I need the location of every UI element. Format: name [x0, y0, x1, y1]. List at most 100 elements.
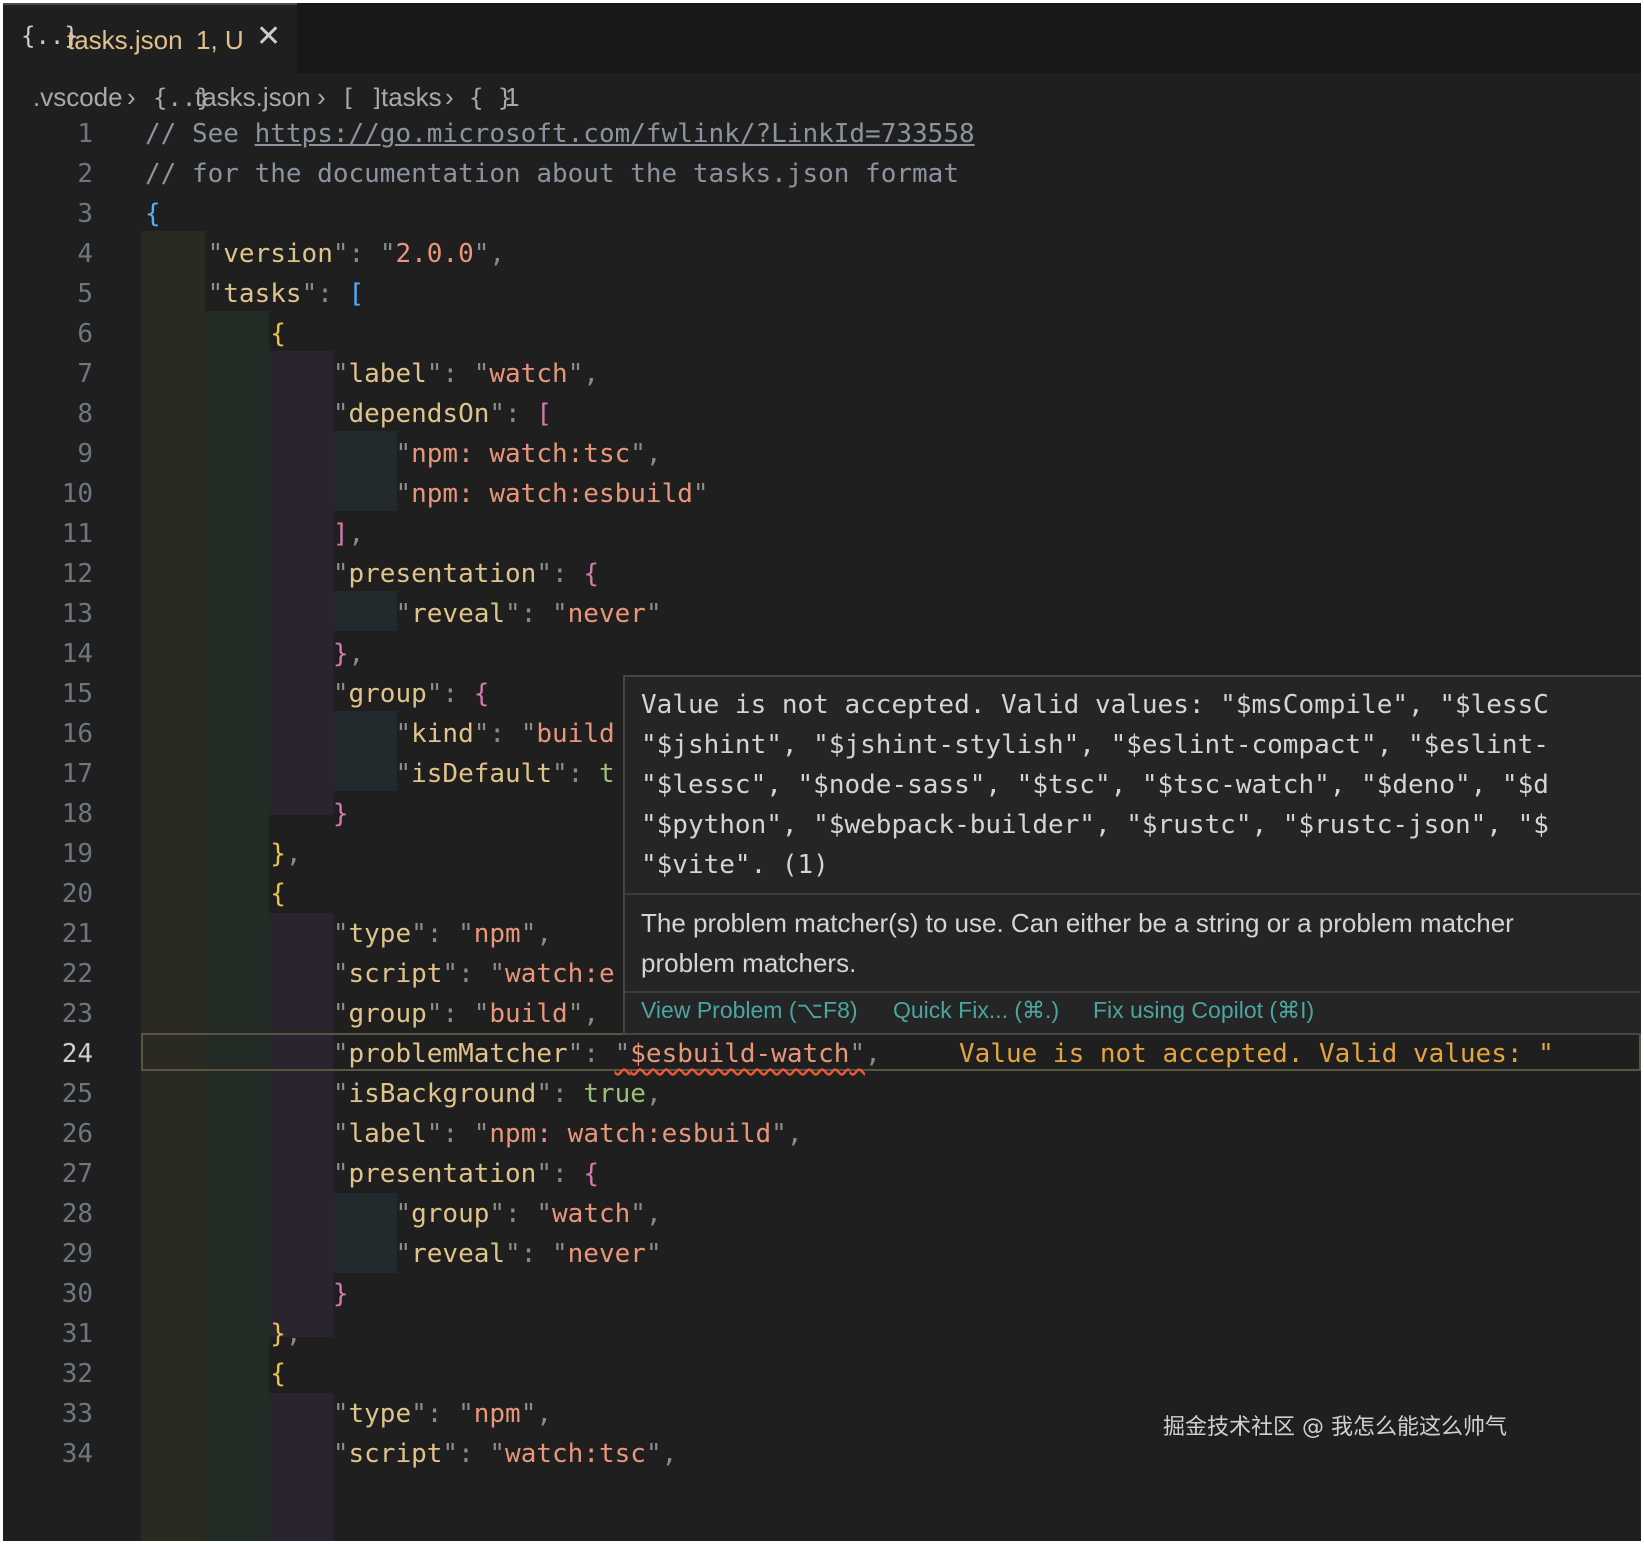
- editor-window: {..} tasks.json 1, U ✕ .vscode › {..} ta…: [3, 3, 1641, 1541]
- code-line-18[interactable]: }: [145, 793, 349, 835]
- line-number: 11: [61, 519, 93, 549]
- code-line-17[interactable]: "isDefault": t: [145, 753, 614, 795]
- hover-error-line: Value is not accepted. Valid values: "$m…: [641, 690, 1549, 720]
- tab-tasks-json[interactable]: {..} tasks.json 1, U ✕: [3, 3, 297, 73]
- code-line-19[interactable]: },: [145, 833, 301, 875]
- code-line-33[interactable]: "type": "npm",: [145, 1393, 552, 1435]
- code-editor[interactable]: 1 2 3 4 5 6 7 8 9 10 11 12 13 14 15 16 1…: [3, 119, 1641, 1541]
- line-number: 4: [77, 239, 93, 269]
- inline-error-message: Value is not accepted. Valid values: ": [959, 1039, 1554, 1069]
- breadcrumb-object[interactable]: 1: [505, 82, 519, 113]
- line-number: 19: [61, 839, 93, 869]
- line-number: 20: [61, 879, 93, 909]
- array-icon: [ ]: [341, 84, 385, 112]
- code-line-4[interactable]: "version": "2.0.0",: [145, 233, 505, 275]
- code-line-6[interactable]: {: [145, 313, 286, 355]
- line-number: 33: [61, 1399, 93, 1429]
- code-line-10[interactable]: "npm: watch:esbuild": [145, 473, 708, 515]
- line-number: 16: [61, 719, 93, 749]
- chevron-right-icon: ›: [127, 82, 136, 112]
- code-line-15[interactable]: "group": {: [145, 673, 490, 715]
- line-number: 5: [77, 279, 93, 309]
- line-number: 32: [61, 1359, 93, 1389]
- line-number: 28: [61, 1199, 93, 1229]
- code-line-12[interactable]: "presentation": {: [145, 553, 599, 595]
- tab-bar: {..} tasks.json 1, U ✕: [3, 3, 1641, 73]
- code-line-31[interactable]: },: [145, 1313, 301, 1355]
- line-number: 3: [77, 199, 93, 229]
- code-line-9[interactable]: "npm: watch:tsc",: [145, 433, 661, 475]
- line-number: 22: [61, 959, 93, 989]
- code-line-27[interactable]: "presentation": {: [145, 1153, 599, 1195]
- code-line-2[interactable]: // for the documentation about the tasks…: [145, 153, 959, 195]
- code-line-1[interactable]: // See https://go.microsoft.com/fwlink/?…: [145, 113, 975, 155]
- code-line-3[interactable]: {: [145, 193, 161, 235]
- chevron-right-icon: ›: [317, 82, 326, 112]
- line-number: 23: [61, 999, 93, 1029]
- code-line-21[interactable]: "type": "npm",: [145, 913, 552, 955]
- line-number: 10: [61, 479, 93, 509]
- line-number: 12: [61, 559, 93, 589]
- close-icon[interactable]: ✕: [256, 19, 281, 54]
- code-line-25[interactable]: "isBackground": true,: [145, 1073, 662, 1115]
- hover-error-line: "$vite". (1): [641, 850, 829, 880]
- line-number: 29: [61, 1239, 93, 1269]
- line-number: 17: [61, 759, 93, 789]
- line-number: 6: [77, 319, 93, 349]
- code-line-30[interactable]: }: [145, 1273, 349, 1315]
- breadcrumb-folder[interactable]: .vscode: [33, 82, 123, 113]
- hover-error-line: "$lessc", "$node-sass", "$tsc", "$tsc-wa…: [641, 770, 1549, 800]
- code-line-32[interactable]: {: [145, 1353, 286, 1395]
- line-number: 18: [61, 799, 93, 829]
- code-line-29[interactable]: "reveal": "never": [145, 1233, 661, 1275]
- line-number: 2: [77, 159, 93, 189]
- hover-description-line: The problem matcher(s) to use. Can eithe…: [641, 908, 1514, 938]
- quick-fix-link[interactable]: Quick Fix... (⌘.): [893, 997, 1059, 1024]
- code-line-20[interactable]: {: [145, 873, 286, 915]
- code-line-8[interactable]: "dependsOn": [: [145, 393, 552, 435]
- code-line-14[interactable]: },: [145, 633, 364, 675]
- hover-description: The problem matcher(s) to use. Can eithe…: [641, 903, 1514, 983]
- line-number: 8: [77, 399, 93, 429]
- line-number: 25: [61, 1079, 93, 1109]
- hover-divider: [625, 991, 1641, 993]
- tab-filename: tasks.json: [67, 25, 183, 55]
- hover-description-line: problem matchers.: [641, 948, 857, 978]
- code-line-26[interactable]: "label": "npm: watch:esbuild",: [145, 1113, 803, 1155]
- line-number: 30: [61, 1279, 93, 1309]
- code-line-16[interactable]: "kind": "build: [145, 713, 614, 755]
- tab-status: 1, U: [196, 25, 244, 55]
- fix-using-copilot-link[interactable]: Fix using Copilot (⌘I): [1093, 997, 1314, 1024]
- line-number-active: 24: [61, 1039, 93, 1069]
- code-line-23[interactable]: "group": "build",: [145, 993, 599, 1035]
- hover-error-line: "$python", "$webpack-builder", "$rustc",…: [641, 810, 1549, 840]
- code-line-5[interactable]: "tasks": [: [145, 273, 365, 315]
- line-number: 7: [77, 359, 93, 389]
- chevron-right-icon: ›: [445, 82, 454, 112]
- code-line-24[interactable]: "problemMatcher": "$esbuild-watch",: [145, 1033, 881, 1075]
- breadcrumb-array[interactable]: tasks: [381, 82, 442, 113]
- line-number: 21: [61, 919, 93, 949]
- hover-error-line: "$jshint", "$jshint-stylish", "$eslint-c…: [641, 730, 1549, 760]
- line-number: 14: [61, 639, 93, 669]
- breadcrumb-file[interactable]: tasks.json: [195, 82, 311, 113]
- line-number: 31: [61, 1319, 93, 1349]
- hover-divider: [625, 893, 1641, 895]
- code-line-7[interactable]: "label": "watch",: [145, 353, 599, 395]
- hover-error-message: Value is not accepted. Valid values: "$m…: [641, 685, 1549, 885]
- line-number: 13: [61, 599, 93, 629]
- hover-widget[interactable]: Value is not accepted. Valid values: "$m…: [623, 675, 1641, 1035]
- code-line-28[interactable]: "group": "watch",: [145, 1193, 661, 1235]
- line-number: 1: [77, 119, 93, 149]
- line-number: 27: [61, 1159, 93, 1189]
- line-number: 26: [61, 1119, 93, 1149]
- watermark: 掘金技术社区 @ 我怎么能这么帅气: [1163, 1415, 1507, 1440]
- code-line-34[interactable]: "script": "watch:tsc",: [145, 1433, 677, 1475]
- line-number: 15: [61, 679, 93, 709]
- code-line-22[interactable]: "script": "watch:e: [145, 953, 615, 995]
- line-number: 34: [61, 1439, 93, 1469]
- code-line-13[interactable]: "reveal": "never": [145, 593, 661, 635]
- code-line-11[interactable]: ],: [145, 513, 364, 555]
- line-number: 9: [77, 439, 93, 469]
- view-problem-link[interactable]: View Problem (⌥F8): [641, 997, 858, 1024]
